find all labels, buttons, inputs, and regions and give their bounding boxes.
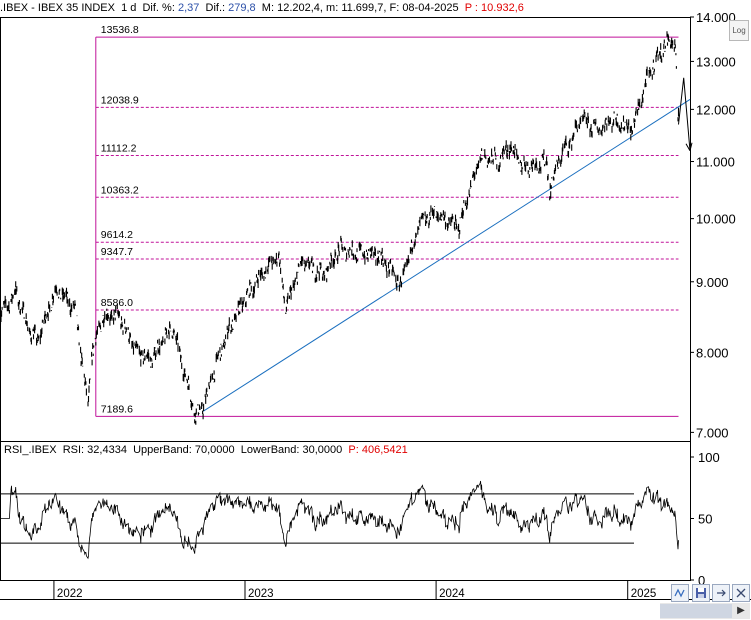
date-value: 08-04-2025 — [402, 2, 459, 14]
dif-pct-value: 2,37 — [177, 2, 200, 14]
fib-level-label: 10363.2 — [101, 184, 139, 196]
rsi-p-label: P: — [348, 444, 359, 456]
lower-band-value: 30,0000 — [302, 444, 343, 456]
close-icon[interactable] — [732, 584, 750, 602]
min-value: 11.699,7 — [341, 2, 384, 14]
rsi-name: RSI_.IBEX — [4, 444, 57, 456]
rsi-tick-label: 50 — [698, 512, 712, 527]
price-tick-label: 12.000 — [696, 102, 736, 117]
time-tick-label: 2023 — [248, 588, 274, 600]
upper-band-label: UpperBand: — [133, 444, 192, 456]
price-tick-label: 9.000 — [696, 275, 729, 290]
interval: 1 d — [121, 2, 137, 14]
horizontal-scrollbar[interactable]: ▶ — [660, 603, 750, 619]
fit-icon[interactable] — [712, 584, 730, 602]
fib-level-label: 9614.2 — [101, 229, 133, 241]
price-value: 10.932,6 — [481, 2, 524, 14]
fib-level-label: 12038.9 — [101, 94, 139, 106]
dif-value: 279,8 — [228, 2, 256, 14]
rsi-panel: 100500 — [0, 450, 720, 588]
dif-pct-label: Dif. %: — [142, 2, 175, 14]
rsi-label: RSI: — [62, 444, 85, 456]
time-tick-label: 2022 — [57, 588, 83, 600]
fib-level-label: 9347.7 — [101, 246, 133, 258]
scroll-right-icon[interactable]: ▶ — [734, 604, 748, 618]
rsi-tick-label: 100 — [698, 450, 720, 465]
scrollbar-thumb[interactable] — [660, 604, 732, 618]
max-value: 12.202,4 — [277, 2, 320, 14]
price-tick-label: 11.000 — [696, 155, 735, 170]
price-axis: 14.00013.00012.00011.00010.0009.0008.000… — [690, 10, 736, 440]
log-scale-button[interactable]: Log — [729, 20, 749, 41]
date-label: F: — [389, 2, 400, 14]
rsi-header: RSI_.IBEX RSI: 32,4334 UpperBand: 70,000… — [4, 443, 408, 457]
chart-canvas: 13536.8 12038.9 11112.2 10363.2 9614.2 9347.7… — [0, 10, 751, 600]
zoom-icon[interactable] — [671, 584, 689, 602]
fibonacci-levels: 13536.8 12038.9 11112.2 10363.2 9614.2 9347.7… — [95, 24, 691, 417]
price-tick-label: 8.000 — [696, 345, 729, 360]
projection-path — [678, 77, 691, 151]
symbol-name: .IBEX - IBEX 35 INDEX — [0, 2, 115, 14]
rsi-value: 32,4334 — [87, 444, 127, 456]
upper-band-value: 70,0000 — [194, 444, 235, 456]
chart-header: .IBEX - IBEX 35 INDEX 1 d Dif. %: 2,37 D… — [0, 0, 690, 17]
fib-level-label: 13536.8 — [101, 24, 139, 36]
min-label: m: — [326, 2, 339, 14]
max-label: M: — [261, 2, 275, 14]
time-tick-label: 2024 — [439, 588, 465, 600]
price-label: P : — [464, 2, 478, 14]
price-series — [0, 31, 693, 425]
dif-label: Dif.: — [205, 2, 226, 14]
price-tick-label: 13.000 — [696, 54, 736, 69]
price-tick-label: 10.000 — [696, 212, 736, 227]
time-axis: 2022 2023 2024 2025 — [53, 580, 657, 600]
rsi-line — [0, 480, 679, 560]
save-icon[interactable] — [692, 584, 710, 602]
price-tick-label: 7.000 — [696, 425, 729, 440]
price-bars — [0, 31, 680, 425]
lower-band-label: LowerBand: — [240, 444, 300, 456]
rsi-p-value: 406,5421 — [361, 444, 408, 456]
fib-level-label: 7189.6 — [101, 403, 133, 415]
time-tick-label: 2025 — [631, 588, 657, 600]
fib-level-label: 11112.2 — [101, 142, 137, 154]
